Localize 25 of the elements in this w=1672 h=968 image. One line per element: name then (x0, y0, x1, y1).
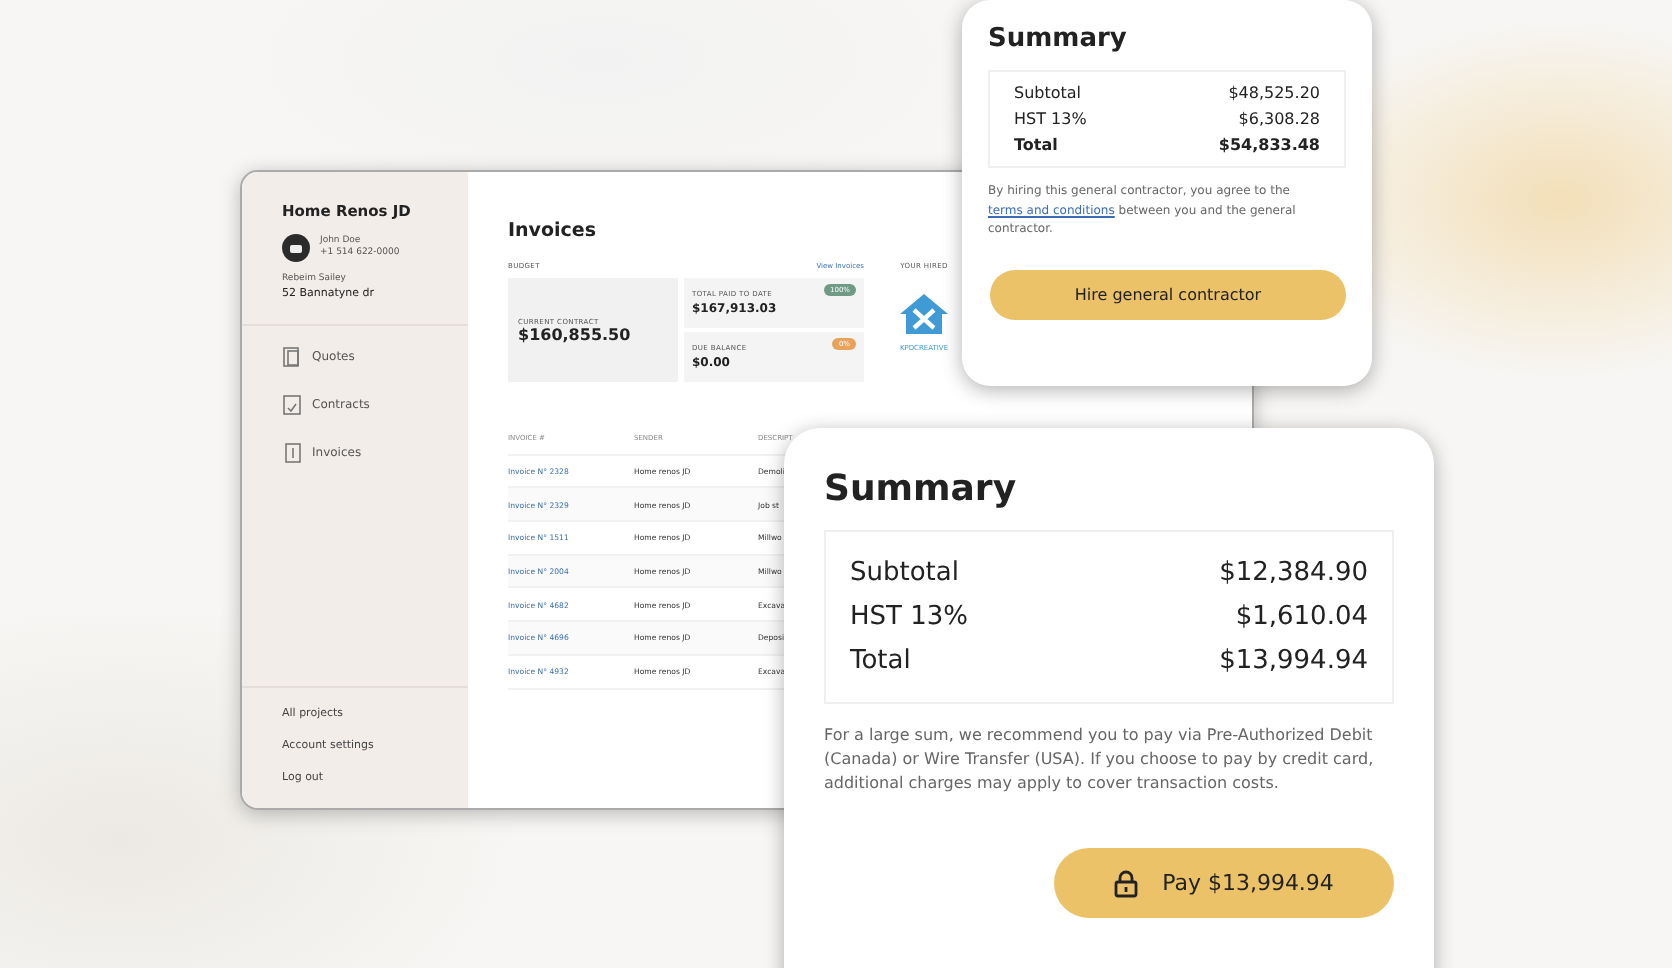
hire-button[interactable]: Hire general contractor (990, 269, 1346, 319)
line-label: Subtotal (850, 558, 959, 588)
lock-icon (1114, 869, 1139, 897)
avatar-icon (282, 234, 310, 262)
line-label: HST 13% (1014, 110, 1087, 128)
document-icon (282, 394, 302, 416)
pay-button[interactable]: Pay $13,994.94 (1054, 848, 1394, 918)
line-label: Total (850, 646, 911, 676)
document-icon (282, 346, 302, 368)
line-label: Total (1014, 136, 1058, 154)
line-amount: $54,833.48 (1218, 136, 1320, 154)
line-amount: $13,994.94 (1219, 646, 1368, 676)
document-icon (282, 442, 302, 464)
line-amount: $6,308.28 (1238, 110, 1320, 128)
line-amount: $1,610.04 (1235, 602, 1368, 632)
card-title: Summary (988, 24, 1129, 54)
house-logo-icon (898, 292, 950, 336)
line-amount: $48,525.20 (1228, 84, 1320, 102)
card-title: Summary (824, 468, 1019, 510)
line-amount: $12,384.90 (1219, 558, 1368, 588)
note-text: For a large sum, we recommend you to pay via Pre-Authorized Debit (Canada) or Wire Transfer (USA). If you choose to pay by credit card, additional charges may apply to cover transaction costs. (824, 724, 1376, 796)
page-title: Invoices (508, 220, 597, 242)
line-label: Subtotal (1014, 84, 1082, 102)
line-label: HST 13% (850, 602, 968, 632)
stat-value: $160,855.50 (518, 325, 633, 343)
